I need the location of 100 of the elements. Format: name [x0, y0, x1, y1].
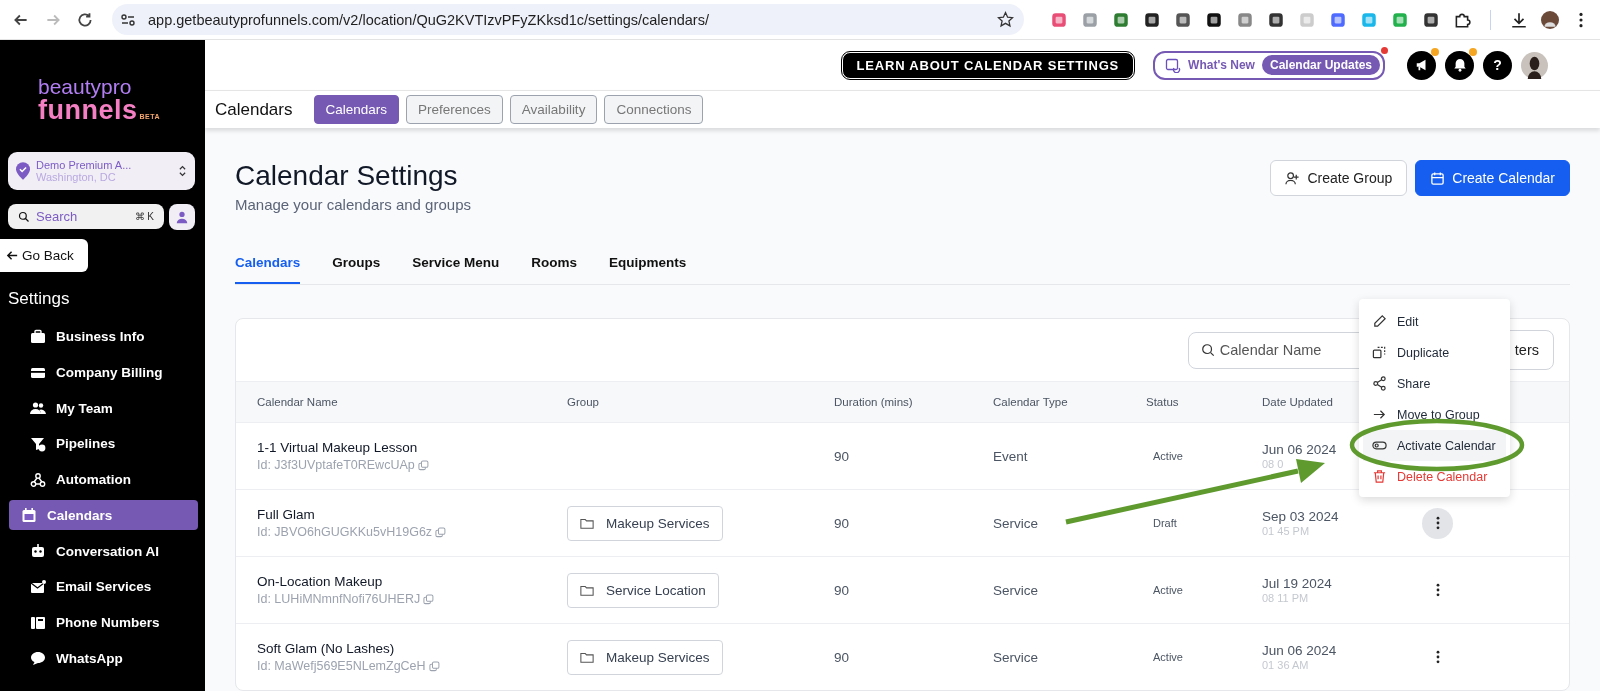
folder-icon	[580, 650, 594, 664]
site-settings-icon[interactable]	[120, 11, 136, 28]
chevron-updown-icon	[178, 164, 187, 178]
create-group-button[interactable]: Create Group	[1270, 160, 1408, 196]
page-tab[interactable]: Groups	[332, 255, 381, 284]
date-cell: Sep 03 2024	[1262, 509, 1339, 524]
trash-icon	[1372, 469, 1387, 484]
search-field[interactable]: Search ⌘ K	[8, 204, 164, 229]
duration-cell-text: 90	[834, 582, 851, 598]
extension-icon[interactable]	[1205, 10, 1223, 29]
megaphone-icon	[1414, 58, 1429, 72]
menu-item[interactable]: Share	[1363, 368, 1506, 399]
reload-icon[interactable]	[76, 10, 94, 29]
user-icon	[175, 210, 189, 224]
kebab-icon	[1435, 650, 1440, 664]
sidebar-item[interactable]: Phone Numbers	[9, 604, 198, 641]
calendar-id: Id: MaWefj569E5NLemZgCeH	[257, 659, 426, 673]
menu-item[interactable]: Activate Calendar	[1363, 430, 1506, 461]
location-city: Washington, DC	[36, 171, 117, 183]
create-calendar-button[interactable]: Create Calendar	[1415, 160, 1570, 196]
status-label: Active	[1152, 450, 1184, 462]
add-user-icon	[1285, 170, 1301, 186]
page-tab[interactable]: Service Menu	[412, 255, 500, 284]
location-name: Demo Premium A...	[36, 159, 133, 171]
bell-icon	[1452, 58, 1467, 72]
menu-item-icon	[21, 507, 37, 524]
arrow-left-icon	[6, 249, 19, 262]
user-button[interactable]	[169, 204, 195, 230]
column-header: Group	[567, 396, 600, 408]
nav-tab[interactable]: Connections	[604, 95, 704, 124]
time-cell: 01 45 PM	[1262, 525, 1310, 537]
pencil-icon	[1372, 314, 1387, 329]
nav-tab[interactable]: Preferences	[406, 95, 503, 124]
type-cell-text: Service	[993, 515, 1039, 531]
location-switcher[interactable]: Demo Premium A... Washington, DC	[8, 152, 195, 190]
column-header: Calendar Name	[257, 396, 339, 408]
menu-item[interactable]: Move to Group	[1363, 399, 1506, 430]
column-header: Date Updated	[1262, 396, 1334, 408]
date-cell: Jul 19 2024	[1262, 576, 1332, 591]
page-tab[interactable]: Calendars	[235, 255, 301, 284]
updates-badge: Calendar Updates	[1261, 55, 1380, 75]
sidebar-item[interactable]: WhatsApp	[9, 640, 198, 677]
sidebar-item[interactable]: Conversation AI	[9, 533, 198, 570]
group-tag[interactable]: Makeup Services	[567, 639, 723, 675]
megaphone-button[interactable]	[1407, 50, 1436, 80]
learn-button[interactable]: LEARN ABOUT CALENDAR SETTINGS	[841, 51, 1135, 79]
sidebar-item[interactable]: Pipelines	[9, 426, 198, 462]
group-tag[interactable]: Service Location	[567, 572, 719, 608]
extension-icon[interactable]	[1422, 10, 1440, 29]
sidebar-item[interactable]: Business Info	[9, 319, 198, 355]
sidebar-item[interactable]: Automation	[9, 461, 198, 498]
extension-icon[interactable]	[1267, 10, 1285, 29]
menu-item-icon	[30, 471, 46, 488]
status-label: Draft	[1152, 517, 1178, 529]
calendar-name: Soft Glam (No Lashes)	[257, 641, 396, 656]
nav-tab[interactable]: Availability	[509, 95, 598, 124]
menu-item-icon	[30, 614, 46, 631]
group-tag[interactable]: Makeup Services	[567, 505, 723, 541]
date-cell: Jun 06 2024	[1262, 643, 1337, 658]
sidebar-item[interactable]: My Team	[9, 390, 198, 427]
type-cell-text: Service	[993, 649, 1039, 665]
calendar-refresh-icon	[1165, 57, 1182, 73]
calendar-id: Id: J3f3UVptafeT0REwcUAp	[257, 458, 415, 472]
menu-item-icon	[30, 543, 46, 560]
extension-icon[interactable]	[1174, 10, 1192, 29]
time-cell: 01 36 AM	[1262, 659, 1309, 671]
date-cell: Jun 06 2024	[1262, 442, 1337, 457]
duration-cell-text: 90	[834, 448, 851, 464]
menu-item-icon	[30, 650, 46, 667]
go-back-button[interactable]: Go Back	[0, 239, 88, 272]
duration-cell-text: 90	[834, 515, 851, 531]
download-icon[interactable]	[1510, 10, 1528, 29]
share-icon	[1372, 376, 1387, 391]
duplicate-icon	[1372, 345, 1387, 360]
help-button[interactable]: ?	[1483, 50, 1512, 80]
menu-item-icon	[30, 578, 46, 595]
url-text: app.getbeautyprofunnels.com/v2/location/QuG2KVTIzvPFyZKksd1c/settings/calendars/	[148, 11, 710, 28]
calendar-name: On-Location Makeup	[257, 574, 384, 589]
time-cell: 08 11 PM	[1262, 592, 1309, 604]
calendar-id: Id: LUHiMNmnfNofi76UHERJ	[257, 592, 421, 606]
search-icon	[1200, 343, 1215, 357]
page-tab[interactable]: Equipments	[609, 255, 687, 284]
menu-item-icon	[30, 400, 46, 417]
bell-button[interactable]	[1445, 50, 1474, 80]
whats-new-button[interactable]: What's New Calendar Updates	[1153, 50, 1385, 80]
type-cell-text: Event	[993, 448, 1029, 464]
user-avatar[interactable]	[1521, 51, 1548, 79]
sidebar-item[interactable]: Company Billing	[9, 354, 198, 391]
page-tab[interactable]: Rooms	[531, 255, 578, 284]
sidebar-item[interactable]: Calendars	[9, 500, 198, 531]
address-bar[interactable]: app.getbeautyprofunnels.com/v2/location/QuG2KVTIzvPFyZKksd1c/settings/calendars/	[112, 4, 1024, 35]
bookmark-star-icon[interactable]	[997, 11, 1014, 28]
nav-tab[interactable]: Calendars	[313, 95, 400, 124]
page-subtitle: Manage your calendars and groups	[235, 196, 471, 213]
menu-item[interactable]: Delete Calendar	[1363, 461, 1506, 492]
calendar-name: Full Glam	[257, 507, 316, 522]
column-header: Calendar Type	[993, 396, 1069, 408]
profile-avatar[interactable]	[1541, 10, 1559, 29]
sidebar-item[interactable]: Email Services	[9, 569, 198, 605]
extension-icon[interactable]	[1143, 10, 1161, 29]
